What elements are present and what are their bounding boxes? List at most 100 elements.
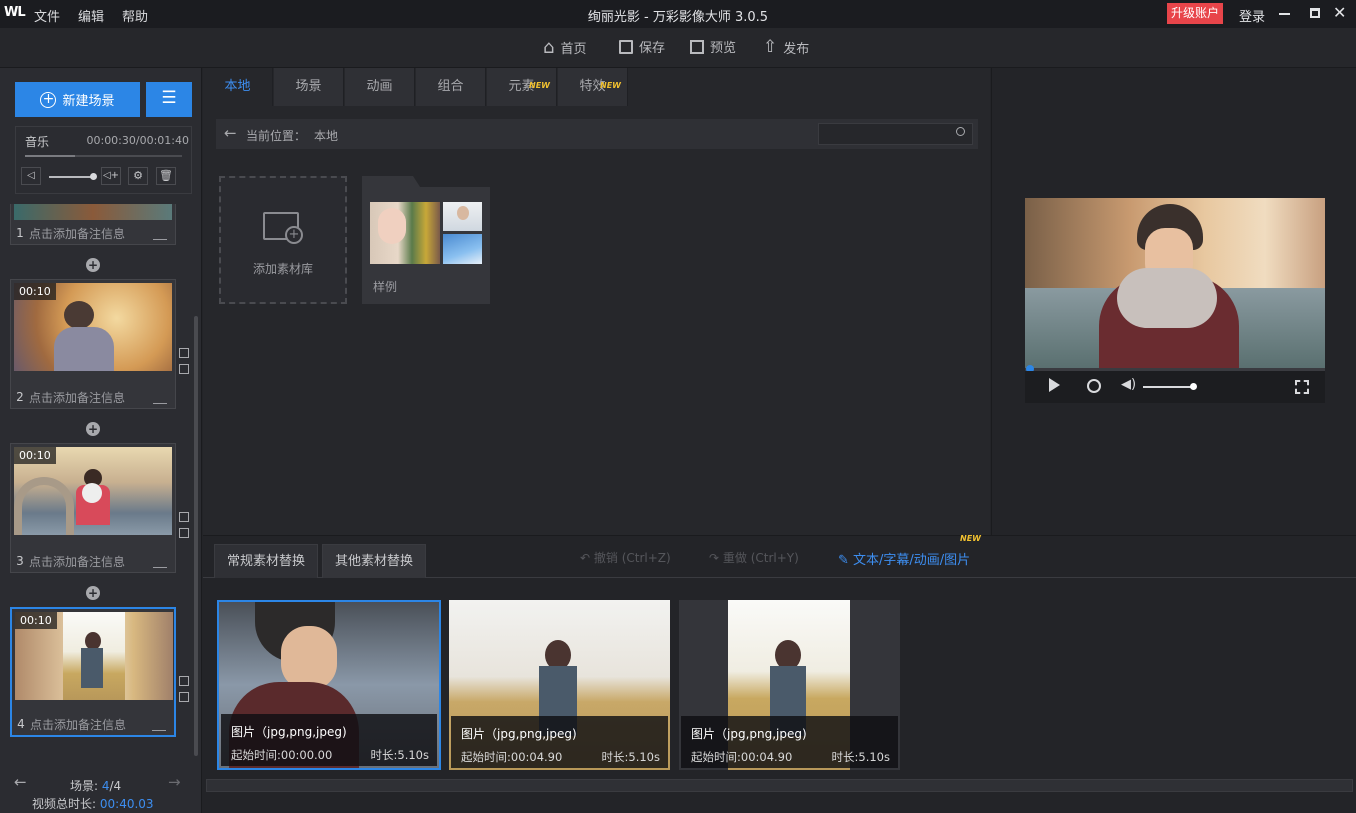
edit-icon[interactable] — [152, 719, 166, 731]
scene-total: /4 — [109, 779, 122, 793]
scene-counter: 场景: 4/4 — [70, 777, 121, 794]
undo-button[interactable]: ↶ 撤销 (Ctrl+Z) — [580, 549, 671, 566]
scene-note[interactable]: 点击添加备注信息 — [29, 553, 125, 570]
volume-up-icon[interactable]: ◁+ — [101, 167, 121, 185]
login-button[interactable]: 登录 — [1239, 6, 1265, 25]
next-scene-icon[interactable]: → — [168, 773, 181, 791]
settings-icon[interactable]: ⚙ — [128, 167, 148, 185]
volume-icon[interactable]: ◀) — [1121, 377, 1136, 392]
scene-card-3[interactable]: 00:10 3 点击添加备注信息 — [10, 443, 176, 573]
scene-note[interactable]: 点击添加备注信息 — [29, 225, 125, 242]
text-subtitle-label: 文本/字幕/动画/图片 — [853, 553, 971, 568]
music-time: 00:00:30/00:01:40 — [86, 134, 189, 147]
edit-icon[interactable] — [153, 392, 167, 404]
menu-edit[interactable]: 编辑 — [78, 6, 104, 25]
library-search-input[interactable] — [818, 123, 973, 145]
add-circle-icon: + — [40, 91, 57, 108]
tab-effect[interactable]: 特效 NEW — [558, 68, 628, 106]
redo-label: 重做 (Ctrl+Y) — [722, 551, 799, 565]
library-tabs: 本地 场景 动画 组合 元素 NEW 特效 NEW — [203, 68, 990, 106]
home-icon: ⌂ — [543, 37, 555, 58]
scene-card-2[interactable]: 00:10 2 点击添加备注信息 — [10, 279, 176, 409]
preview-volume-slider[interactable] — [1143, 386, 1193, 388]
tab-other-replace[interactable]: 其他素材替换 — [322, 544, 427, 578]
upgrade-button[interactable]: 升级账户 — [1167, 3, 1224, 24]
publish-button[interactable]: ⇧ 发布 — [763, 37, 809, 57]
save-button[interactable]: 保存 — [619, 37, 665, 56]
add-scene-icon[interactable]: + — [86, 586, 100, 600]
scene-list-menu-button[interactable]: ☰ — [146, 82, 192, 117]
material-item-3[interactable]: 图片（jpg,png,jpeg) 起始时间:00:04.90 时长:5.10s — [679, 600, 900, 770]
scene-card-4[interactable]: 00:10 4 点击添加备注信息 — [10, 607, 176, 737]
scene-note[interactable]: 点击添加备注信息 — [30, 716, 126, 733]
scene-note[interactable]: 点击添加备注信息 — [29, 389, 125, 406]
add-library-button[interactable]: + 添加素材库 — [219, 176, 347, 304]
copy-scene-icon[interactable] — [179, 364, 189, 374]
new-badge: NEW — [600, 81, 621, 90]
add-scene-icon[interactable]: + — [86, 258, 100, 272]
close-icon[interactable]: ✕ — [1333, 3, 1346, 22]
play-icon[interactable] — [1049, 378, 1060, 392]
window-title: 绚丽光影 - 万彩影像大师 3.0.5 — [587, 10, 769, 25]
scene-list-scrollbar[interactable] — [194, 316, 198, 756]
scene-list: 1 点击添加备注信息 + 00:10 2 点击添加备注信息 + 00:10 3 … — [0, 204, 200, 764]
location-value[interactable]: 本地 — [314, 127, 338, 144]
edit-icon[interactable] — [153, 228, 167, 240]
text-subtitle-link[interactable]: ✎ 文本/字幕/动画/图片 — [838, 549, 970, 568]
upload-icon: ⇧ — [763, 37, 778, 57]
material-item-1[interactable]: 图片（jpg,png,jpeg) 起始时间:00:00.00 时长:5.10s — [217, 600, 441, 770]
save-icon — [619, 39, 633, 54]
delete-scene-icon[interactable] — [179, 348, 189, 358]
search-icon[interactable] — [956, 127, 965, 136]
home-button[interactable]: ⌂ 首页 — [543, 37, 586, 58]
home-label: 首页 — [560, 42, 587, 57]
copy-scene-icon[interactable] — [179, 528, 189, 538]
add-library-label: 添加素材库 — [252, 262, 313, 276]
prev-scene-icon[interactable]: ← — [14, 773, 27, 791]
add-scene-icon[interactable]: + — [86, 422, 100, 436]
preview-button[interactable]: 预览 — [690, 37, 736, 56]
add-folder-plus-icon: + — [285, 226, 303, 244]
delete-scene-icon[interactable] — [179, 676, 189, 686]
volume-slider[interactable] — [49, 176, 94, 178]
new-scene-label: 新建场景 — [62, 94, 115, 109]
scene-duration: 00:10 — [15, 612, 57, 629]
total-duration: 视频总时长: 00:40.03 — [32, 795, 154, 812]
menu-help[interactable]: 帮助 — [122, 6, 148, 25]
scene-card-1[interactable]: 1 点击添加备注信息 — [10, 204, 176, 245]
tab-local[interactable]: 本地 — [203, 68, 273, 106]
sample-folder[interactable]: 样例 — [362, 176, 490, 304]
tab-regular-replace[interactable]: 常规素材替换 — [214, 544, 319, 578]
delete-scene-icon[interactable] — [179, 512, 189, 522]
material-item-2[interactable]: 图片（jpg,png,jpeg) 起始时间:00:04.90 时长:5.10s — [449, 600, 670, 770]
copy-scene-icon[interactable] — [179, 692, 189, 702]
minimize-icon[interactable] — [1279, 13, 1290, 15]
trash-icon[interactable]: 🗑 — [156, 167, 176, 185]
total-duration-label: 视频总时长: — [32, 797, 97, 811]
scene-duration: 00:10 — [14, 447, 56, 464]
scene-number: 1 — [16, 226, 24, 240]
material-scrollbar[interactable] — [206, 779, 1353, 792]
tab-animation[interactable]: 动画 — [345, 68, 415, 106]
tab-group[interactable]: 组合 — [416, 68, 486, 106]
tab-scene[interactable]: 场景 — [274, 68, 344, 106]
tab-element[interactable]: 元素 NEW — [487, 68, 557, 106]
replay-icon[interactable] — [1087, 379, 1101, 393]
back-arrow-icon[interactable]: ← — [224, 124, 237, 142]
music-progress[interactable] — [25, 155, 182, 157]
volume-handle[interactable] — [90, 173, 97, 180]
location-label: 当前位置： — [246, 129, 307, 143]
redo-button[interactable]: ↷ 重做 (Ctrl+Y) — [709, 549, 799, 566]
volume-down-icon[interactable]: ◁ — [21, 167, 41, 185]
fullscreen-icon[interactable] — [1295, 380, 1309, 394]
material-start-time: 起始时间:00:04.90 — [691, 750, 793, 764]
music-panel: 音乐 00:00:30/00:01:40 ◁ ◁+ ⚙ 🗑 — [15, 126, 192, 194]
undo-label: 撤销 (Ctrl+Z) — [593, 551, 671, 565]
new-badge: NEW — [960, 534, 981, 543]
preview-volume-handle[interactable] — [1190, 383, 1197, 390]
menu-file[interactable]: 文件 — [34, 6, 60, 25]
scene-current: 4 — [101, 779, 110, 793]
new-scene-button[interactable]: + 新建场景 — [15, 82, 140, 117]
edit-icon[interactable] — [153, 556, 167, 568]
maximize-icon[interactable] — [1310, 8, 1320, 18]
